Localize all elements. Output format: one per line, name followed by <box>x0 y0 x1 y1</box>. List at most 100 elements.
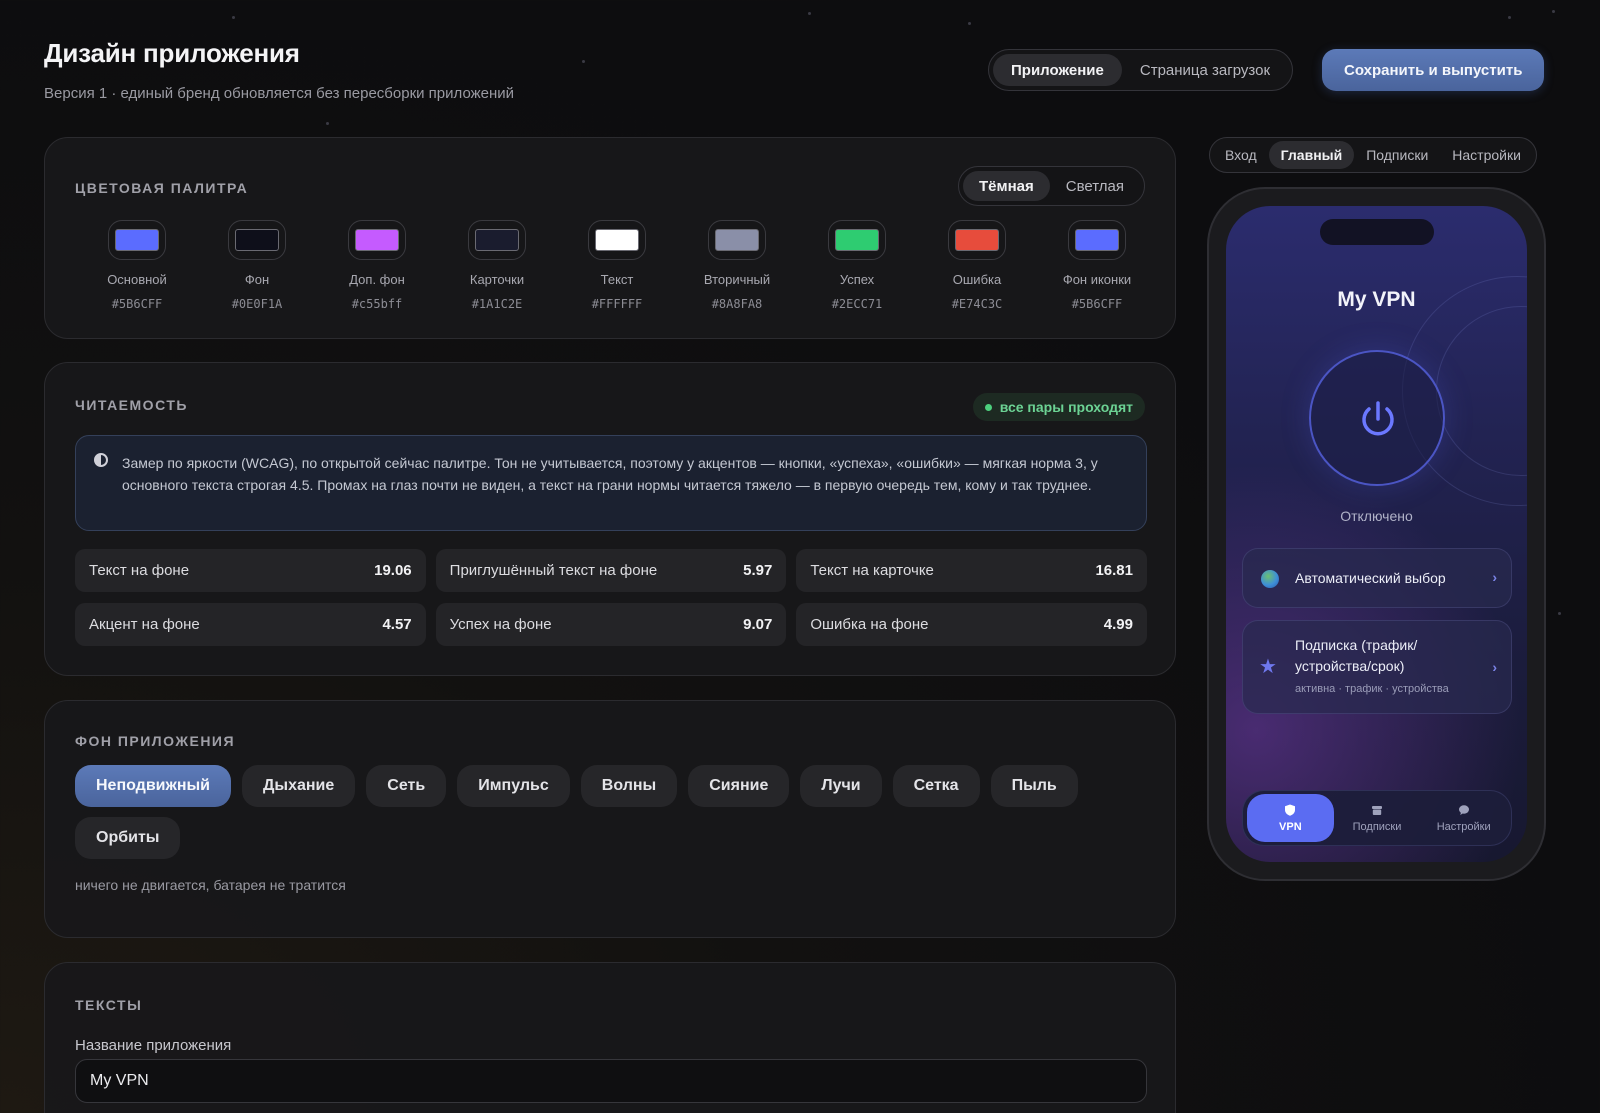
phone-tab-bar: VPN Подписки Настройки <box>1242 790 1512 846</box>
metric-value: 5.97 <box>743 562 773 579</box>
bg-option-pulse[interactable]: Импульс <box>457 765 570 807</box>
bg-option-dust[interactable]: Пыль <box>990 765 1078 807</box>
swatch-chip[interactable] <box>1075 229 1119 251</box>
swatch-chip[interactable] <box>835 229 879 251</box>
connect-button[interactable] <box>1309 350 1445 486</box>
server-select-row[interactable]: Автоматический выбор › <box>1242 548 1512 608</box>
theme-switch: Тёмная Светлая <box>957 166 1145 206</box>
tab-downloads-page[interactable]: Страница загрузок <box>1122 54 1288 86</box>
preview-tab-subscriptions[interactable]: Подписки <box>1354 141 1440 169</box>
bg-option-rays[interactable]: Лучи <box>800 765 882 807</box>
tab-app[interactable]: Приложение <box>993 54 1122 86</box>
app-name-input[interactable] <box>75 1059 1147 1103</box>
swatch-name: Вторичный <box>703 272 771 287</box>
swatch-success[interactable]: Успех #2ECC71 <box>807 220 907 311</box>
bg-option-orbits[interactable]: Орбиты <box>75 817 181 859</box>
metric-error-on-background: Ошибка на фоне 4.99 <box>796 603 1147 646</box>
swatch-hex: #1A1C2E <box>471 297 523 311</box>
swatch-secondary-background[interactable]: Доп. фон #c55bff <box>327 220 427 311</box>
phone-tab-label: Подписки <box>1352 820 1402 833</box>
metric-value: 19.06 <box>374 562 412 579</box>
swatch-name: Доп. фон <box>349 272 405 287</box>
swatch-chip[interactable] <box>955 229 999 251</box>
contrast-metrics: Текст на фоне 19.06 Приглушённый текст на… <box>75 549 1147 646</box>
swatch-hex: #c55bff <box>351 297 403 311</box>
server-row-label: Автоматический выбор <box>1295 570 1446 586</box>
swatch-chip[interactable] <box>475 229 519 251</box>
bg-option-breathing[interactable]: Дыхание <box>242 765 356 807</box>
bg-option-grid[interactable]: Сетка <box>892 765 980 807</box>
status-badge-text: все пары проходят <box>999 399 1133 415</box>
swatch-chip[interactable] <box>595 229 639 251</box>
swatch-background[interactable]: Фон #0E0F1A <box>207 220 307 311</box>
status-badge: все пары проходят <box>972 393 1145 421</box>
metric-label: Акцент на фоне <box>89 616 200 633</box>
app-background-card: ФОН ПРИЛОЖЕНИЯ Неподвижный Дыхание Сеть … <box>44 700 1176 938</box>
phone-screen: My VPN Отключено Автоматический выбор › … <box>1226 206 1527 862</box>
app-name-label: Название приложения <box>75 1037 232 1054</box>
metric-label: Приглушённый текст на фоне <box>449 562 658 579</box>
phone-tab-settings[interactable]: Настройки <box>1420 794 1507 842</box>
theme-dark[interactable]: Тёмная <box>962 171 1050 201</box>
mode-switch: Приложение Страница загрузок <box>988 49 1294 91</box>
status-dot <box>984 403 992 411</box>
swatch-hex: #0E0F1A <box>231 297 283 311</box>
swatch-name: Основной <box>107 272 167 287</box>
background-note: ничего не двигается, батарея не тратится <box>75 877 346 893</box>
swatch-hex: #FFFFFF <box>591 297 643 311</box>
subscription-row[interactable]: ★ Подписка (трафик/устройства/срок) акти… <box>1242 620 1512 714</box>
swatch-hex: #5B6CFF <box>1071 297 1123 311</box>
phone-tab-label: VPN <box>1279 820 1302 833</box>
globe-icon <box>1261 570 1279 588</box>
metric-success-on-background: Успех на фоне 9.07 <box>435 603 787 646</box>
bg-option-waves[interactable]: Волны <box>580 765 678 807</box>
shield-icon <box>1285 804 1296 816</box>
preview-tab-login[interactable]: Вход <box>1213 141 1269 169</box>
star-icon: ★ <box>1259 656 1277 678</box>
swatch-name: Успех <box>839 272 875 287</box>
texts-card: ТЕКСТЫ Название приложения <box>44 962 1176 1113</box>
metric-text-on-background: Текст на фоне 19.06 <box>75 549 426 592</box>
swatch-chip[interactable] <box>235 229 279 251</box>
chevron-right-icon: › <box>1492 659 1497 675</box>
texts-label: ТЕКСТЫ <box>75 997 143 1013</box>
swatch-name: Фон иконки <box>1062 272 1132 287</box>
phone-tab-vpn[interactable]: VPN <box>1247 794 1334 842</box>
swatch-cards[interactable]: Карточки #1A1C2E <box>447 220 547 311</box>
metric-label: Успех на фоне <box>449 616 552 633</box>
swatch-muted[interactable]: Вторичный #8A8FA8 <box>687 220 787 311</box>
swatch-name: Ошибка <box>952 272 1002 287</box>
swatch-list: Основной #5B6CFF Фон #0E0F1A Доп. фон #c55b… <box>75 220 1159 311</box>
phone-tab-subscriptions[interactable]: Подписки <box>1334 794 1421 842</box>
readability-card: ЧИТАЕМОСТЬ все пары проходят Замер по яр… <box>44 362 1176 676</box>
bg-option-glow[interactable]: Сияние <box>688 765 790 807</box>
swatch-name: Карточки <box>469 272 525 287</box>
bg-option-static[interactable]: Неподвижный <box>75 765 232 807</box>
page-subtitle: Версия 1 · единый бренд обновляется без … <box>44 85 515 102</box>
swatch-chip[interactable] <box>355 229 399 251</box>
swatch-chip[interactable] <box>715 229 759 251</box>
swatch-error[interactable]: Ошибка #E74C3C <box>927 220 1027 311</box>
phone-notch <box>1320 219 1434 245</box>
phone-preview: My VPN Отключено Автоматический выбор › … <box>1207 187 1546 881</box>
chevron-right-icon: › <box>1492 569 1497 585</box>
metric-value: 9.07 <box>743 616 773 633</box>
metric-label: Текст на карточке <box>810 562 934 579</box>
swatch-icon-background[interactable]: Фон иконки #5B6CFF <box>1047 220 1147 311</box>
preview-tab-main[interactable]: Главный <box>1268 141 1355 169</box>
phone-app-title: My VPN <box>1337 288 1416 311</box>
readability-label: ЧИТАЕМОСТЬ <box>75 397 188 413</box>
contrast-info-box: Замер по яркости (WCAG), по открытой сей… <box>75 435 1147 531</box>
swatch-hex: #2ECC71 <box>831 297 883 311</box>
preview-tab-settings[interactable]: Настройки <box>1440 141 1533 169</box>
metric-label: Текст на фоне <box>89 562 190 579</box>
swatch-text[interactable]: Текст #FFFFFF <box>567 220 667 311</box>
power-icon <box>1362 401 1394 436</box>
swatch-primary[interactable]: Основной #5B6CFF <box>87 220 187 311</box>
swatch-hex: #8A8FA8 <box>711 297 763 311</box>
box-icon <box>1372 805 1382 815</box>
swatch-chip[interactable] <box>115 229 159 251</box>
save-and-publish-button[interactable]: Сохранить и выпустить <box>1322 49 1545 91</box>
theme-light[interactable]: Светлая <box>1050 171 1140 201</box>
bg-option-network[interactable]: Сеть <box>366 765 447 807</box>
